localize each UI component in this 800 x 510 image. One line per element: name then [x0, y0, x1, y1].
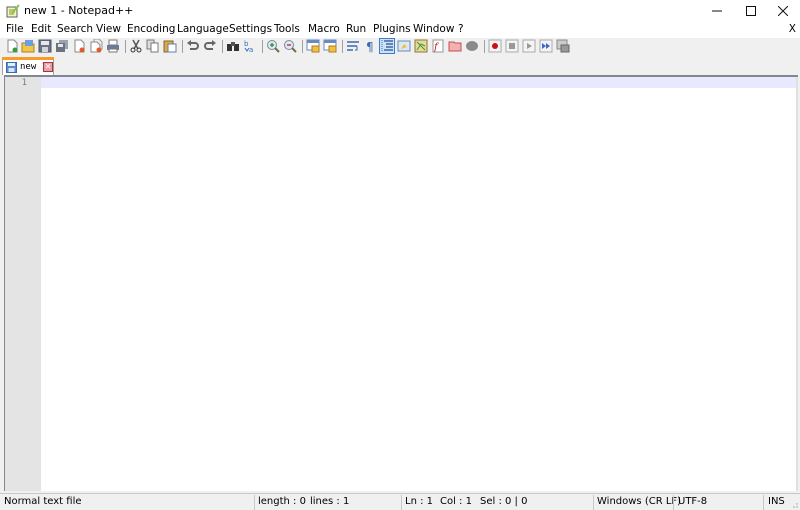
toolbar-separator: [302, 40, 303, 53]
toolbar: ba ¶ f: [0, 38, 800, 55]
editor[interactable]: 1: [4, 75, 798, 491]
tab-close-button[interactable]: ✕: [43, 62, 53, 72]
close-icon: [778, 6, 788, 16]
current-line-highlight: [41, 77, 798, 88]
text-area[interactable]: [41, 77, 798, 491]
menu-macro[interactable]: Macro: [308, 23, 340, 35]
status-col: Col : 1: [440, 496, 472, 507]
toolbar-separator: [125, 40, 126, 53]
macro-play-icon[interactable]: [522, 39, 536, 53]
menu-view[interactable]: View: [96, 23, 121, 35]
line-number-gutter: 1: [5, 77, 41, 491]
title-bar: new 1 - Notepad++: [0, 0, 800, 22]
svg-text:a: a: [249, 46, 253, 53]
toolbar-separator: [342, 40, 343, 53]
status-bar: Normal text file length : 0 lines : 1 Ln…: [0, 493, 800, 510]
word-wrap-icon[interactable]: [346, 39, 360, 53]
user-defined-language-icon[interactable]: [397, 39, 411, 53]
save-icon[interactable]: [38, 39, 52, 53]
scrollbar-edge: [796, 77, 798, 491]
status-divider: [673, 495, 674, 510]
zoom-in-icon[interactable]: [266, 39, 280, 53]
monitoring-icon[interactable]: [465, 39, 479, 53]
menu-plugins[interactable]: Plugins: [373, 23, 411, 35]
toolbar-separator: [262, 40, 263, 53]
saved-file-icon: [6, 62, 17, 73]
save-all-icon[interactable]: [55, 39, 69, 53]
menu-encoding[interactable]: Encoding: [127, 23, 175, 35]
macro-stop-icon[interactable]: [505, 39, 519, 53]
line-number: 1: [21, 78, 27, 88]
folder-as-workspace-icon[interactable]: [448, 39, 462, 53]
window-title: new 1 - Notepad++: [24, 4, 134, 17]
menu-run[interactable]: Run: [346, 23, 366, 35]
open-file-icon[interactable]: [21, 39, 35, 53]
menu-file[interactable]: File: [6, 23, 24, 35]
notepad-plus-plus-window: new 1 - Notepad++ File Edit Search View …: [0, 0, 800, 510]
tab-bar: new 1 ✕: [0, 55, 800, 75]
menu-bar: File Edit Search View Encoding Language …: [0, 22, 800, 38]
toolbar-separator: [222, 40, 223, 53]
cut-icon[interactable]: [129, 39, 143, 53]
menu-tools[interactable]: Tools: [274, 23, 300, 35]
menu-help[interactable]: ?: [458, 23, 464, 35]
menu-edit[interactable]: Edit: [31, 23, 51, 35]
resize-grip-icon[interactable]: [790, 500, 798, 508]
toolbar-separator: [182, 40, 183, 53]
menu-language[interactable]: Language: [177, 23, 229, 35]
copy-icon[interactable]: [146, 39, 160, 53]
status-divider: [254, 495, 255, 510]
print-icon[interactable]: [106, 39, 120, 53]
menu-settings[interactable]: Settings: [229, 23, 272, 35]
show-all-characters-icon[interactable]: ¶: [363, 39, 377, 53]
function-list-icon[interactable]: f: [431, 39, 445, 53]
status-length: length : 0: [258, 496, 306, 507]
macro-run-multiple-icon[interactable]: [539, 39, 553, 53]
close-window-button[interactable]: [760, 0, 800, 22]
status-ln: Ln : 1: [405, 496, 433, 507]
status-encoding: UTF-8: [678, 496, 708, 507]
replace-icon[interactable]: ba: [243, 39, 257, 53]
status-divider: [763, 495, 764, 510]
svg-text:¶: ¶: [366, 40, 374, 53]
status-insert-mode: INS: [768, 496, 785, 507]
menu-search[interactable]: Search: [57, 23, 93, 35]
redo-icon[interactable]: [203, 39, 217, 53]
close-icon[interactable]: [72, 39, 86, 53]
indent-guide-icon[interactable]: [379, 38, 395, 54]
close-all-icon[interactable]: [89, 39, 103, 53]
find-icon[interactable]: [226, 39, 240, 53]
maximize-icon: [746, 6, 756, 16]
notepad-app-icon: [6, 4, 20, 18]
sync-vertical-icon[interactable]: [306, 39, 320, 53]
zoom-out-icon[interactable]: [283, 39, 297, 53]
active-tab-indicator: [2, 57, 54, 60]
sync-horizontal-icon[interactable]: [323, 39, 337, 53]
toolbar-separator: [484, 40, 485, 53]
close-document-button[interactable]: X: [789, 23, 796, 35]
tab-new-1[interactable]: new 1 ✕: [2, 57, 54, 75]
status-file-type: Normal text file: [4, 496, 82, 507]
status-sel: Sel : 0 | 0: [480, 496, 528, 507]
status-divider: [593, 495, 594, 510]
new-file-icon[interactable]: [5, 39, 19, 53]
status-lines: lines : 1: [310, 496, 350, 507]
paste-icon[interactable]: [163, 39, 177, 53]
macro-record-icon[interactable]: [488, 39, 502, 53]
status-eol: Windows (CR LF): [597, 496, 682, 507]
minimize-icon: [712, 10, 722, 12]
document-map-icon[interactable]: [414, 39, 428, 53]
macro-save-icon[interactable]: [556, 39, 570, 53]
undo-icon[interactable]: [186, 39, 200, 53]
status-divider: [401, 495, 402, 510]
close-icon: ✕: [44, 62, 52, 71]
menu-window[interactable]: Window: [413, 23, 454, 35]
